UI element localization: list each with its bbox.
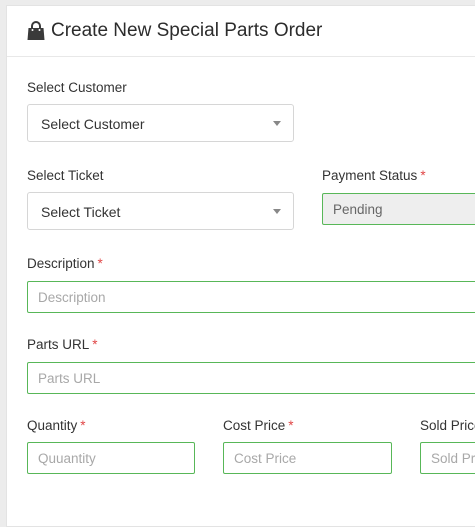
- ticket-label: Select Ticket: [27, 168, 104, 183]
- description-label-text: Description: [27, 256, 95, 271]
- payment-status-label: Payment Status *: [322, 168, 426, 183]
- required-mark: *: [97, 256, 103, 271]
- cost-price-label-text: Cost Price: [223, 418, 286, 433]
- parts-url-placeholder: Parts URL: [38, 371, 101, 386]
- parts-url-label: Parts URL *: [27, 337, 98, 352]
- card-header: Create New Special Parts Order: [7, 6, 475, 57]
- caret-down-icon: [273, 121, 281, 126]
- page-title: Create New Special Parts Order: [51, 20, 323, 41]
- payment-status-label-text: Payment Status: [322, 168, 418, 183]
- description-label: Description *: [27, 256, 103, 271]
- required-mark: *: [92, 337, 98, 352]
- title-wrap: Create New Special Parts Order: [27, 20, 322, 42]
- shopping-bag-icon: [27, 21, 45, 40]
- description-placeholder: Description: [38, 290, 106, 305]
- customer-select[interactable]: Select Customer: [27, 104, 294, 142]
- sold-price-placeholder: Sold Price: [431, 451, 475, 466]
- cost-price-label: Cost Price *: [223, 418, 294, 433]
- quantity-label-text: Quantity: [27, 418, 78, 433]
- sold-price-label: Sold Price: [420, 418, 475, 433]
- required-mark: *: [288, 418, 294, 433]
- customer-label: Select Customer: [27, 80, 127, 95]
- parts-url-input[interactable]: Parts URL: [27, 362, 475, 394]
- required-mark: *: [420, 168, 426, 183]
- quantity-placeholder: Quuantity: [38, 451, 96, 466]
- payment-status-value: Pending: [333, 202, 383, 217]
- cost-price-input[interactable]: Cost Price: [223, 442, 392, 474]
- sold-price-input[interactable]: Sold Price: [420, 442, 475, 474]
- required-mark: *: [80, 418, 86, 433]
- description-input[interactable]: Description: [27, 281, 475, 313]
- ticket-select-value: Select Ticket: [41, 204, 121, 220]
- ticket-select[interactable]: Select Ticket: [27, 192, 294, 230]
- quantity-input[interactable]: Quuantity: [27, 442, 195, 474]
- customer-select-value: Select Customer: [41, 116, 145, 132]
- quantity-label: Quantity *: [27, 418, 86, 433]
- payment-status-field: Pending: [322, 193, 475, 225]
- cost-price-placeholder: Cost Price: [234, 451, 297, 466]
- caret-down-icon: [273, 209, 281, 214]
- parts-url-label-text: Parts URL: [27, 337, 90, 352]
